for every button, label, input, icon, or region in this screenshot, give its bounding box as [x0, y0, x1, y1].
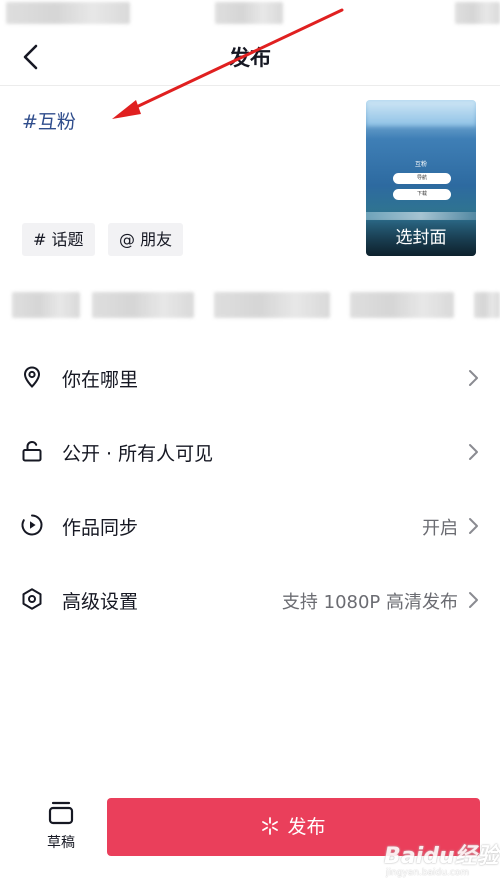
blurred-tag[interactable] [92, 292, 194, 318]
topic-chip[interactable]: # 话题 [22, 223, 95, 256]
chevron-right-icon [469, 518, 478, 534]
cover-blurred-top [366, 100, 476, 126]
chevron-right-icon [469, 592, 478, 608]
page-title: 发布 [229, 46, 271, 70]
chevron-right-icon [469, 444, 478, 460]
location-label: 你在哪里 [62, 369, 139, 391]
location-pin-icon [23, 366, 41, 388]
cover-mini-button: 下载 [393, 189, 451, 200]
drafts-icon [48, 801, 74, 825]
mention-friend-chip[interactable]: @ 朋友 [108, 223, 184, 256]
blurred-tag[interactable] [12, 292, 80, 318]
location-row[interactable]: 你在哪里 [0, 340, 500, 414]
status-bar [0, 0, 500, 28]
advanced-settings-value: 支持 1080P 高清发布 [281, 592, 458, 613]
baidu-watermark: Baidu经验 jingyan.baidu.com [384, 832, 500, 886]
watermark-url: jingyan.baidu.com [386, 868, 470, 878]
play-sync-icon [21, 514, 43, 536]
advanced-settings-label: 高级设置 [62, 591, 139, 613]
sync-row[interactable]: 作品同步 开启 [0, 488, 500, 562]
sparkle-icon [262, 816, 279, 835]
drafts-label: 草稿 [47, 835, 75, 851]
unlock-icon [22, 440, 42, 462]
nav-bar: 发布 [0, 28, 500, 86]
caption-text[interactable]: #互粉 [22, 107, 76, 134]
blurred-tag[interactable] [350, 292, 454, 318]
drafts-button[interactable]: 草稿 [36, 800, 86, 860]
suggested-tags-row [0, 290, 500, 320]
blurred-tag[interactable] [214, 292, 330, 318]
chevron-right-icon [469, 370, 478, 386]
sync-label: 作品同步 [62, 517, 139, 539]
cover-mini-button: 导航 [393, 173, 451, 184]
visibility-row[interactable]: 公开 · 所有人可见 [0, 414, 500, 488]
hexagon-settings-icon [22, 588, 42, 610]
blurred-tag[interactable] [474, 292, 500, 318]
sync-value: 开启 [422, 518, 458, 539]
watermark-brand: Baidu经验 [384, 844, 499, 869]
advanced-settings-row[interactable]: 高级设置 支持 1080P 高清发布 [0, 562, 500, 636]
cover-mini-title: 互粉 [414, 161, 427, 168]
blurred-status-content [6, 2, 130, 24]
cover-select-button[interactable]: 互粉 导航 下载 选封面 [366, 100, 476, 256]
visibility-label: 公开 · 所有人可见 [62, 443, 214, 465]
cover-label: 选封面 [395, 228, 447, 248]
blurred-status-content [455, 2, 500, 24]
publish-label: 发布 [287, 816, 326, 838]
blurred-status-content [215, 2, 283, 24]
